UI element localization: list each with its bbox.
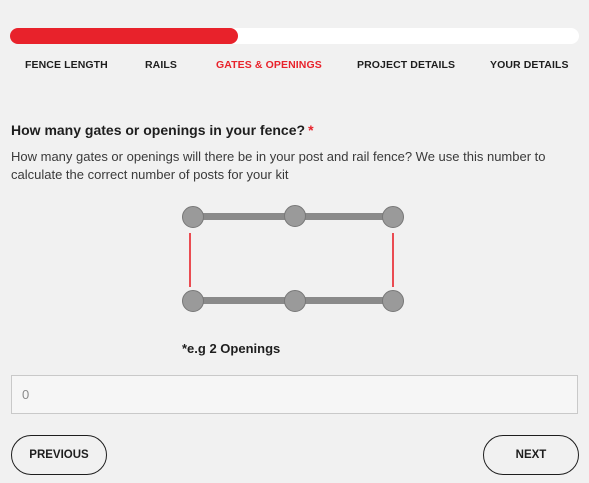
step-gates-openings[interactable]: GATES & OPENINGS bbox=[216, 59, 322, 71]
gates-openings-step: FENCE LENGTH RAILS GATES & OPENINGS PROJ… bbox=[0, 0, 589, 483]
question-help-text: How many gates or openings will there be… bbox=[11, 149, 546, 182]
step-rails[interactable]: RAILS bbox=[145, 59, 177, 71]
previous-button[interactable]: PREVIOUS bbox=[11, 435, 107, 475]
post-top-right bbox=[382, 206, 404, 228]
step-fence-length[interactable]: FENCE LENGTH bbox=[25, 59, 108, 71]
example-caption: *e.g 2 Openings bbox=[182, 341, 281, 356]
step-project-details[interactable]: PROJECT DETAILS bbox=[357, 59, 455, 71]
post-bottom-middle bbox=[284, 290, 306, 312]
openings-count-input[interactable] bbox=[11, 375, 578, 414]
post-top-middle bbox=[284, 205, 306, 227]
question-text: How many gates or openings in your fence… bbox=[11, 122, 306, 138]
post-bottom-right bbox=[382, 290, 404, 312]
post-top-left bbox=[182, 206, 204, 228]
next-button[interactable]: NEXT bbox=[483, 435, 579, 475]
fence-openings-diagram bbox=[182, 205, 404, 312]
post-bottom-left bbox=[182, 290, 204, 312]
step-nav: FENCE LENGTH RAILS GATES & OPENINGS PROJ… bbox=[0, 59, 589, 73]
progress-bar-fill bbox=[10, 28, 238, 44]
required-marker: * bbox=[308, 122, 314, 138]
progress-bar bbox=[10, 28, 579, 44]
step-your-details[interactable]: YOUR DETAILS bbox=[490, 59, 569, 71]
question-title: How many gates or openings in your fence… bbox=[11, 122, 314, 138]
